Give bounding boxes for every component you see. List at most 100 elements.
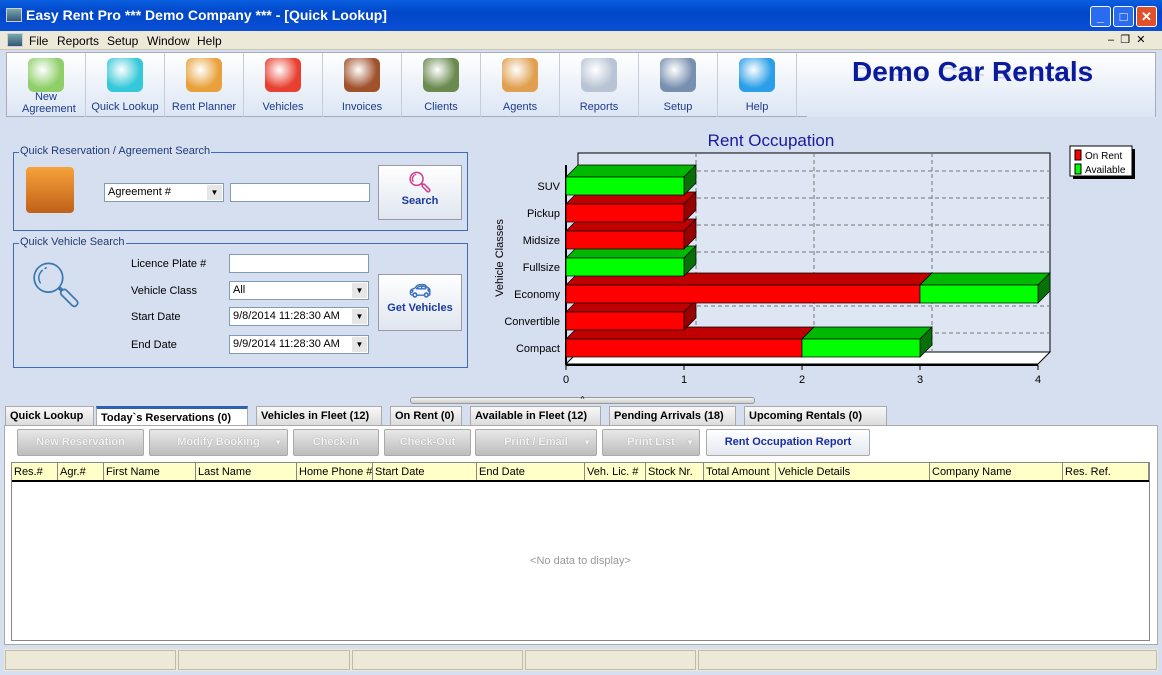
tab-pending-arrivals[interactable]: Pending Arrivals (18) [609,406,736,425]
x-tick-label: 2 [799,374,805,386]
mdi-controls[interactable]: – ❐ ✕ [1108,33,1145,46]
toolbar-vehicles-button[interactable]: Vehicles [244,53,323,117]
group-title: Quick Reservation / Agreement Search [19,145,212,157]
column-header[interactable]: End Date [477,463,585,480]
menu-bar: File Reports Setup Window Help – ❐ ✕ [0,31,1162,50]
maximize-button[interactable]: □ [1113,6,1134,27]
x-tick-label: 1 [681,374,687,386]
column-header[interactable]: Vehicle Details [776,463,930,480]
toolbar-reports-button[interactable]: Reports [560,53,639,117]
x-tick-label: 0 [563,374,569,386]
chart-title: Rent Occupation [708,131,835,150]
splitter-handle[interactable]: ^ [410,396,755,404]
search-button[interactable]: 🔍︎ Search [378,165,462,220]
menu-reports[interactable]: Reports [57,34,99,48]
toolbar-rent-planner-button[interactable]: Rent Planner [165,53,244,117]
people-icon [423,58,459,92]
column-header[interactable]: Total Amount [704,463,776,480]
bar-on-rent [565,311,685,331]
toolbar-invoices-button[interactable]: Invoices [323,53,402,117]
licence-label: Licence Plate # [131,258,207,270]
bar-on-rent [565,284,921,304]
question-icon [739,58,775,92]
menu-file[interactable]: File [29,34,48,48]
print-list-button[interactable]: Print List ▼ [602,429,700,456]
tab-on-rent[interactable]: On Rent (0) [390,406,462,425]
dropdown-arrow-icon: ▼ [583,438,591,447]
toolbar-quick-lookup-button[interactable]: Quick Lookup [86,53,165,117]
print-email-button[interactable]: Print / Email ▼ [475,429,597,456]
grid-header: Res.# Agr.# First Name Last Name Home Phone … [12,463,1149,482]
column-header[interactable]: Res.# [12,463,58,480]
bar-top [565,164,697,178]
minimize-button[interactable]: _ [1090,6,1111,27]
end-date-picker[interactable]: 9/9/2014 11:28:30 AM ▼ [229,335,369,354]
bar-available [565,257,685,277]
tab-upcoming-rentals[interactable]: Upcoming Rentals (0) [744,406,887,425]
vehicle-class-select[interactable]: All ▼ [229,281,369,300]
search-icon: 🔍︎ [407,172,433,194]
app-icon [6,8,22,22]
empty-message: <No data to display> [530,555,631,567]
menu-setup[interactable]: Setup [107,34,138,48]
toolbar-agents-button[interactable]: Agents [481,53,560,117]
menu-help[interactable]: Help [197,34,222,48]
new-reservation-button[interactable]: New Reservation [17,429,144,456]
column-header[interactable]: Res. Ref. [1063,463,1149,480]
search-input[interactable] [230,183,370,202]
magnifier-book-icon: 🔍︎ [28,261,84,310]
y-tick-label: Fullsize [523,262,560,274]
toolbar-clients-button[interactable]: Clients [402,53,481,117]
rent-occupation-chart: Rent Occupation 0 1 2 3 4 Compact Convertible Ec… [494,131,1135,386]
bar-available [919,284,1039,304]
column-header[interactable]: Start Date [373,463,477,480]
menu-window[interactable]: Window [147,34,190,48]
check-in-button[interactable]: Check-In [293,429,379,456]
gear-icon [660,58,696,92]
title-bar: Easy Rent Pro *** Demo Company *** - [Qu… [0,0,1162,31]
column-header[interactable]: Last Name [196,463,297,480]
bar-on-rent [565,203,685,223]
tab-today-s-reservations[interactable]: Today`s Reservations (0) [96,406,248,425]
column-header[interactable]: Agr.# [58,463,104,480]
tab-available-in-fleet[interactable]: Available in Fleet (12) [470,406,601,425]
reports-icon [581,58,617,92]
column-header[interactable]: Home Phone # [297,463,373,480]
end-date-label: End Date [131,339,177,351]
reservation-search-group: Quick Reservation / Agreement Search Agr… [13,145,468,231]
column-header[interactable]: Veh. Lic. # [585,463,646,480]
start-date-picker[interactable]: 9/8/2014 11:28:30 AM ▼ [229,307,369,326]
bar-top [919,272,1051,286]
get-vehicles-button[interactable]: 🚗︎ Get Vehicles [378,274,462,331]
toolbar-setup-button[interactable]: Setup [639,53,718,117]
legend-label: Available [1085,165,1126,176]
licence-plate-input[interactable] [229,254,369,273]
search-type-select[interactable]: Agreement # ▼ [104,183,224,202]
magnifier-car-icon [107,58,143,92]
tab-vehicles-in-fleet[interactable]: Vehicles in Fleet (12) [256,406,382,425]
check-out-button[interactable]: Check-Out [384,429,471,456]
y-tick-label: Economy [514,289,560,301]
column-header[interactable]: Stock Nr. [646,463,704,480]
tab-quick-lookup[interactable]: Quick Lookup [5,406,94,425]
bar-available [565,176,685,196]
y-tick-label: Compact [516,343,560,355]
rent-occupation-report-button[interactable]: Rent Occupation Report [706,429,870,456]
modify-booking-button[interactable]: Modify Booking ▼ [149,429,288,456]
bar-available [801,338,921,358]
y-tick-label: Pickup [527,208,560,220]
dropdown-arrow-icon: ▼ [274,438,282,447]
agents-icon [502,58,538,92]
bar-on-rent [565,338,803,358]
toolbar-help-button[interactable]: Help [718,53,797,117]
reservations-grid[interactable]: Res.# Agr.# First Name Last Name Home Phone … [11,462,1150,641]
toolbar: New Agreement Quick Lookup Rent Planner Veh… [6,52,1156,117]
column-header[interactable]: First Name [104,463,196,480]
vehicle-search-group: Quick Vehicle Search 🔍︎ Licence Plate # … [13,236,468,368]
toolbar-new-agreement-button[interactable]: New Agreement [7,53,86,117]
close-button[interactable]: ✕ [1136,6,1157,27]
column-header[interactable]: Company Name [930,463,1063,480]
group-title: Quick Vehicle Search [19,236,126,248]
start-date-label: Start Date [131,311,181,323]
y-tick-label: Midsize [523,235,560,247]
